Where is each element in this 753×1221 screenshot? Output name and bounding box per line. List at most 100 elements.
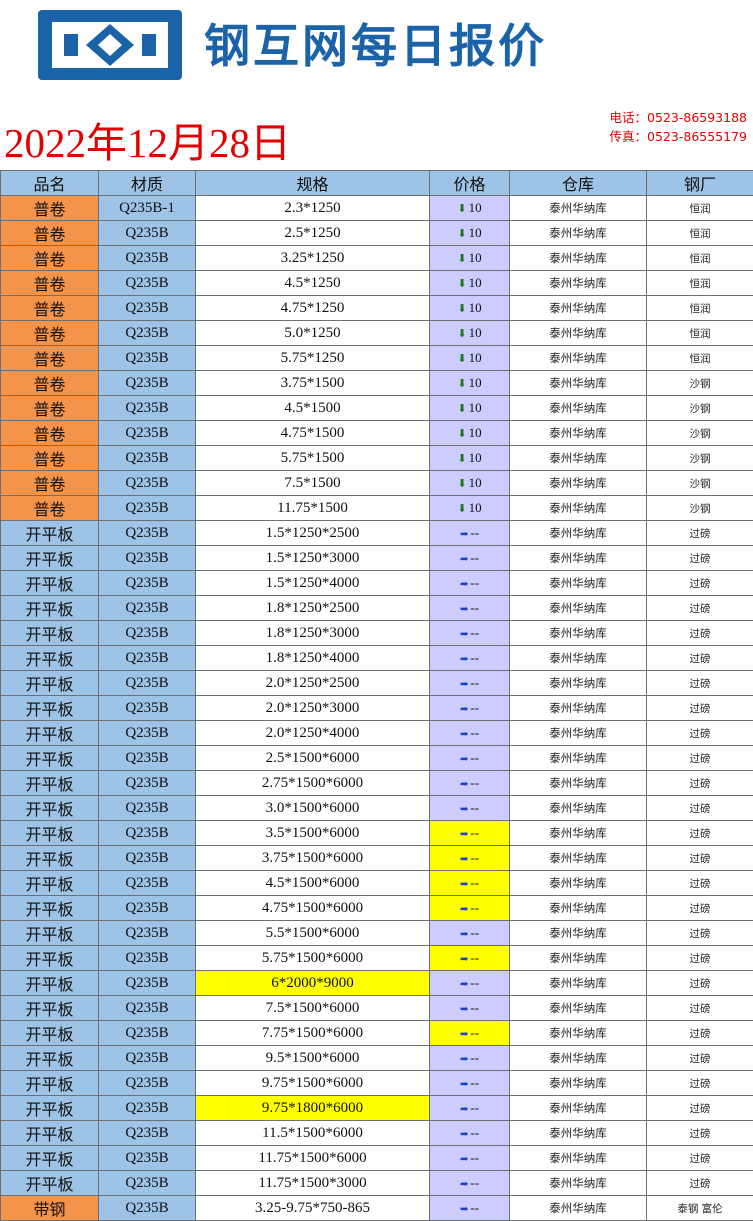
down-arrow-icon: ⬇ [457,278,466,290]
warehouse-cell: 泰州华纳库 [510,596,647,621]
table-row: 普卷Q235B4.75*1500⬇10泰州华纳库沙钢 [1,421,753,446]
spec-cell: 9.75*1800*6000 [196,1096,430,1121]
price-cell: ➡-- [430,1071,510,1096]
product-name-cell: 开平板 [1,671,99,696]
product-name-cell: 开平板 [1,546,99,571]
spec-cell: 1.8*1250*4000 [196,646,430,671]
price-cell: ➡-- [430,1146,510,1171]
price-value: 10 [469,225,482,240]
material-cell: Q235B [99,871,196,896]
material-cell: Q235B [99,821,196,846]
product-name-cell: 开平板 [1,896,99,921]
price-value: 10 [469,475,482,490]
price-value: -- [470,925,479,940]
warehouse-cell: 泰州华纳库 [510,721,647,746]
product-name-cell: 开平板 [1,571,99,596]
warehouse-cell: 泰州华纳库 [510,1021,647,1046]
spec-cell: 3.25-9.75*750-865 [196,1196,430,1221]
spec-cell: 11.75*1500*6000 [196,1146,430,1171]
warehouse-cell: 泰州华纳库 [510,371,647,396]
table-row: 开平板Q235B7.75*1500*6000➡--泰州华纳库过磅 [1,1021,753,1046]
right-arrow-icon: ➡ [460,829,468,840]
price-value: -- [470,825,479,840]
right-arrow-icon: ➡ [460,704,468,715]
down-arrow-icon: ⬇ [457,428,466,440]
price-value: 10 [469,300,482,315]
table-row: 开平板Q235B1.5*1250*2500➡--泰州华纳库过磅 [1,521,753,546]
material-cell: Q235B [99,546,196,571]
material-cell: Q235B [99,1196,196,1221]
price-value: -- [470,750,479,765]
product-name-cell: 开平板 [1,1046,99,1071]
right-arrow-icon: ➡ [460,779,468,790]
table-row: 开平板Q235B3.0*1500*6000➡--泰州华纳库过磅 [1,796,753,821]
phone-number: 电话：0523-86593188 [610,108,747,127]
right-arrow-icon: ➡ [460,629,468,640]
down-arrow-icon: ⬇ [457,328,466,340]
product-name-cell: 开平板 [1,996,99,1021]
material-cell: Q235B-1 [99,196,196,221]
table-row: 普卷Q235B5.75*1250⬇10泰州华纳库恒润 [1,346,753,371]
spec-cell: 4.75*1500*6000 [196,896,430,921]
material-cell: Q235B [99,271,196,296]
spec-cell: 7.5*1500 [196,471,430,496]
table-row: 普卷Q235B3.25*1250⬇10泰州华纳库恒润 [1,246,753,271]
mill-cell: 过磅 [647,1096,753,1121]
mill-cell: 过磅 [647,521,753,546]
table-row: 开平板Q235B3.75*1500*6000➡--泰州华纳库过磅 [1,846,753,871]
mill-cell: 过磅 [647,571,753,596]
table-row: 普卷Q235B4.5*1500⬇10泰州华纳库沙钢 [1,396,753,421]
warehouse-cell: 泰州华纳库 [510,1096,647,1121]
price-value: -- [470,1050,479,1065]
price-value: -- [470,550,479,565]
mill-cell: 过磅 [647,1021,753,1046]
down-arrow-icon: ⬇ [457,353,466,365]
right-arrow-icon: ➡ [460,604,468,615]
mill-cell: 过磅 [647,1071,753,1096]
product-name-cell: 普卷 [1,271,99,296]
material-cell: Q235B [99,946,196,971]
mill-cell: 过磅 [647,971,753,996]
right-arrow-icon: ➡ [460,929,468,940]
product-name-cell: 开平板 [1,746,99,771]
table-row: 开平板Q235B2.0*1250*4000➡--泰州华纳库过磅 [1,721,753,746]
price-value: 10 [469,350,482,365]
table-row: 开平板Q235B4.5*1500*6000➡--泰州华纳库过磅 [1,871,753,896]
column-header-mill: 钢厂 [647,171,753,196]
spec-cell: 2.0*1250*2500 [196,671,430,696]
right-arrow-icon: ➡ [460,1179,468,1190]
spec-cell: 3.25*1250 [196,246,430,271]
price-value: -- [470,800,479,815]
down-arrow-icon: ⬇ [457,303,466,315]
mill-cell: 过磅 [647,796,753,821]
material-cell: Q235B [99,671,196,696]
price-value: -- [470,1100,479,1115]
material-cell: Q235B [99,971,196,996]
right-arrow-icon: ➡ [460,1054,468,1065]
spec-cell: 3.5*1500*6000 [196,821,430,846]
mill-cell: 过磅 [647,671,753,696]
spec-cell: 1.8*1250*3000 [196,621,430,646]
price-cell: ➡-- [430,546,510,571]
price-cell: ⬇10 [430,296,510,321]
price-value: 10 [469,325,482,340]
price-value: 10 [469,400,482,415]
price-cell: ➡-- [430,771,510,796]
spec-cell: 9.75*1500*6000 [196,1071,430,1096]
spec-cell: 6*2000*9000 [196,971,430,996]
product-name-cell: 开平板 [1,1071,99,1096]
right-arrow-icon: ➡ [460,854,468,865]
warehouse-cell: 泰州华纳库 [510,546,647,571]
right-arrow-icon: ➡ [460,654,468,665]
warehouse-cell: 泰州华纳库 [510,271,647,296]
product-name-cell: 开平板 [1,771,99,796]
product-name-cell: 开平板 [1,521,99,546]
product-name-cell: 普卷 [1,446,99,471]
spec-cell: 5.75*1500 [196,446,430,471]
table-row: 开平板Q235B5.5*1500*6000➡--泰州华纳库过磅 [1,921,753,946]
right-arrow-icon: ➡ [460,1004,468,1015]
table-row: 开平板Q235B1.5*1250*3000➡--泰州华纳库过磅 [1,546,753,571]
warehouse-cell: 泰州华纳库 [510,871,647,896]
down-arrow-icon: ⬇ [457,253,466,265]
mill-cell: 过磅 [647,1121,753,1146]
